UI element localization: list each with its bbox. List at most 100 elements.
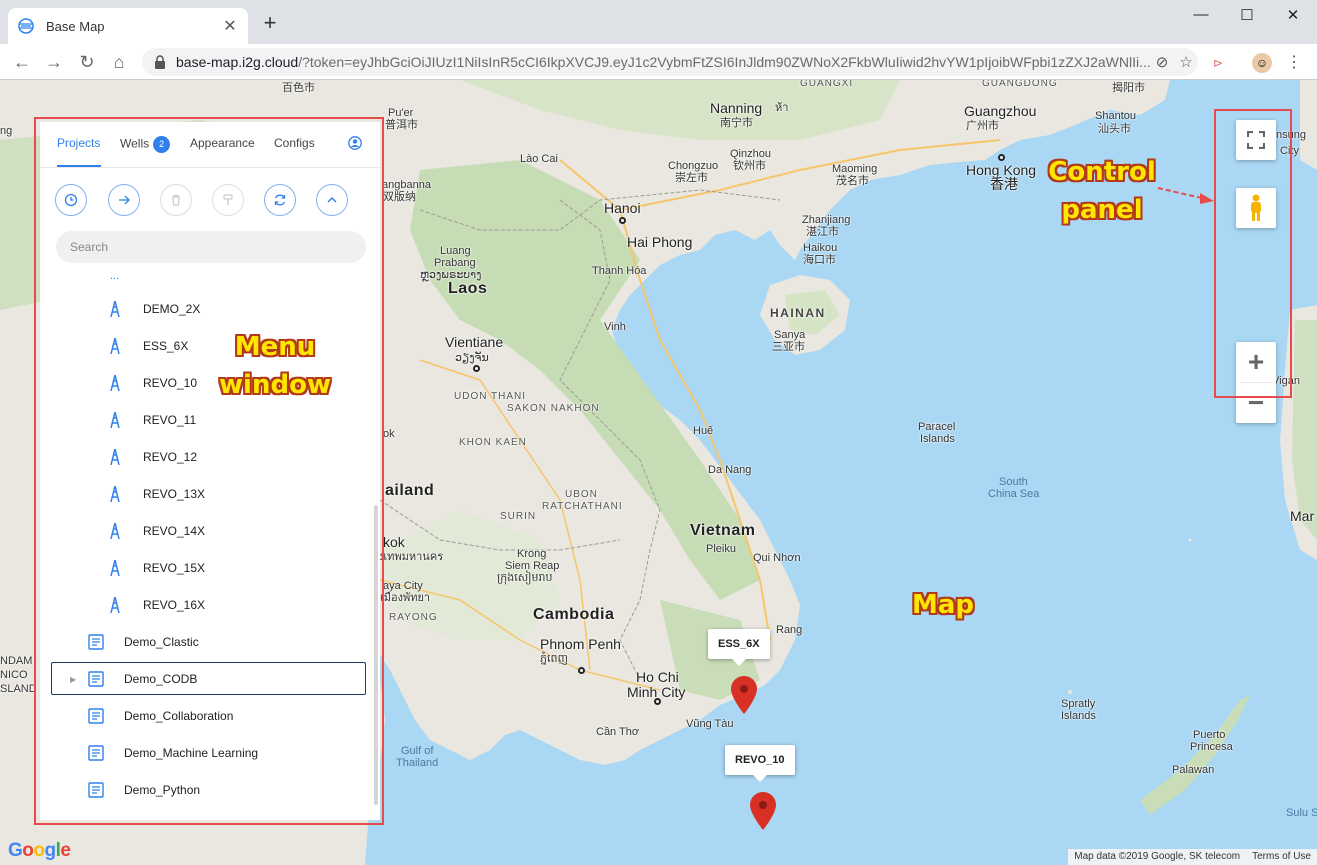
map-label-thanhhoa: Thanh Hóa [592,265,647,277]
map-label-maoming: Maoming [832,163,878,175]
map-label-southchina: South [999,476,1028,488]
map-label-hongkong-cn: 香港 [990,176,1018,192]
map-dot-hanoi [619,217,626,224]
extension-icon[interactable]: ⊳ [1208,53,1228,73]
map-label-prabang: Prabang [434,257,476,269]
map-label-ng: ng [0,125,13,137]
map-annotation: Map [911,590,975,620]
map-label-vientiane-lo: ວຽງຈັນ [455,352,489,364]
terms-of-use-link[interactable]: Terms of Use [1252,851,1311,863]
map-label-ubon: UBON [565,489,598,500]
map-label-jieyang: 揭阳市 [1112,82,1145,94]
map-label-southchina2: China Sea [988,488,1040,500]
map-label-puer: Pu'er [388,107,414,119]
map-label-sanya: Sanya [774,329,806,341]
home-icon[interactable]: ⌂ [107,50,131,74]
address-bar[interactable]: base-map.i2g.cloud/?token=eyJhbGciOiJIUz… [142,48,1198,76]
map-label-rayong: RAYONG [389,612,438,623]
map-label-hue: Huế [693,425,714,437]
map-label-laos: Laos [448,280,488,297]
map-label-hainan: HAINAN [770,306,826,320]
map-label-siemreap: Siem Reap [505,560,560,572]
map-label-sakonnakhon: SAKON NAKHON [507,403,600,414]
map-label-qinzhou: Qinzhou [730,148,771,160]
map-label-haiphong: Hai Phong [627,234,693,250]
map-pin-icon[interactable] [750,792,776,830]
map-label-spratly2: Islands [1061,710,1096,722]
map-pin-icon[interactable] [731,676,757,714]
map-label-ok: ok [383,428,395,440]
map-label-krong: Krong [517,548,547,560]
annotation-line: window [219,370,331,400]
map-label-phnompenh: Phnom Penh [540,636,621,652]
map-label-cantho: Cần Thơ [596,726,640,738]
map-label-hochiminh2: Minh City [627,684,686,700]
annotation-line: Control [1048,157,1156,187]
map-label-pleiku: Pleiku [706,543,736,555]
tab-close-icon[interactable]: ✕ [222,16,238,36]
browser-toolbar: ← → ↻ ⌂ base-map.i2g.cloud/?token=eyJhbG… [0,44,1317,80]
map-label-zhanjiang-cn: 湛江市 [806,226,839,238]
map-label-sland: SLAND [0,683,37,695]
map-label-puerto: Puerto [1193,729,1226,741]
map-label-surin: SURIN [500,511,537,522]
map-label-spratly: Spratly [1061,698,1096,710]
map-label-kok-th: ุงเทพมหานคร [378,551,444,563]
browser-tab[interactable]: Base Map ✕ [8,8,248,44]
marker-label-revo10[interactable]: REVO_10 [725,745,795,782]
map-label-pattaya-th: เมืองพัทยา [380,592,431,604]
map-label-guangzhou-cn: 广州市 [966,120,999,132]
back-arrow-icon[interactable]: ← [10,50,34,74]
map-label-khonkaen: KHON KAEN [459,437,527,448]
menu-window-annotation: Menu window [215,328,335,404]
map-label-shantou: Shantou [1095,110,1136,122]
globe-favicon-icon [18,18,34,34]
annotation-line: panel [1061,195,1143,225]
reload-icon[interactable]: ↻ [75,50,99,74]
map-attribution: Map data ©2019 Google, SK telecom Terms … [1068,849,1317,865]
minimize-button[interactable]: — [1186,6,1216,23]
map-label-pattaya: aya City [383,580,423,592]
google-logo: Google [8,840,71,861]
site-settings-icon[interactable]: ⊘ [1150,53,1174,71]
chrome-menu-icon[interactable]: ⋮ [1284,53,1304,73]
map-label-guangxi: GUANGXI [800,80,854,89]
url-path: /?token=eyJhbGciOiJIUzI1NiIsInR5cCI6IkpX… [298,54,1150,70]
map-label-haikou-cn: 海口市 [803,254,836,266]
map-label-chongzuo: Chongzuo [668,160,719,172]
new-tab-button[interactable]: + [258,12,282,34]
map-label-hongkong: Hong Kong [966,162,1037,178]
control-panel-annotation: Control panel [1042,153,1162,229]
marker-label-ess6x[interactable]: ESS_6X [708,629,770,666]
maximize-button[interactable]: ☐ [1232,6,1262,24]
map-label-paracel: Paracel [918,421,956,433]
map-label-nanning: Nanning [710,100,763,116]
map-label-gulf: Gulf of [401,745,434,757]
forward-arrow-icon[interactable]: → [42,50,66,74]
annotation-arrow-icon [1157,187,1214,204]
map-label-sanya-cn: 三亚市 [772,341,805,353]
map-dot-hongkong [998,154,1005,161]
map-label-quinhon: Qui Nhơn [753,552,801,564]
map-label-shantou-cn: 汕头市 [1098,123,1131,135]
map-label-luang: Luang [440,245,471,257]
map-label-nanning-cn: 南宁市 [720,117,753,129]
map-label-andaman: NDAM [0,655,33,667]
map-label-guangdong: GUANGDONG [982,80,1058,89]
map-label-kok: kok [383,534,405,550]
map-label-palawan: Palawan [1172,764,1215,776]
map-label-puer-cn: 普洱市 [385,119,418,131]
map-label-chongzuo-cn: 崇左市 [675,172,708,184]
map-label-thailand: ailand [385,482,435,499]
close-window-button[interactable]: ✕ [1278,6,1308,24]
profile-avatar[interactable]: ☺ [1252,53,1272,73]
bookmark-star-icon[interactable]: ☆ [1174,53,1198,71]
tab-title: Base Map [46,18,105,34]
map-label-gulf2: Thailand [396,757,439,769]
control-panel-highlight [1214,109,1292,398]
map-label-sulu: Sulu S [1286,807,1317,819]
url-text: base-map.i2g.cloud/?token=eyJhbGciOiJIUz… [176,54,1150,70]
annotation-line: Menu [234,332,316,362]
map-label-baise: 百色市 [282,82,315,94]
map-label-vungtau: Vũng Tàu [686,718,734,730]
